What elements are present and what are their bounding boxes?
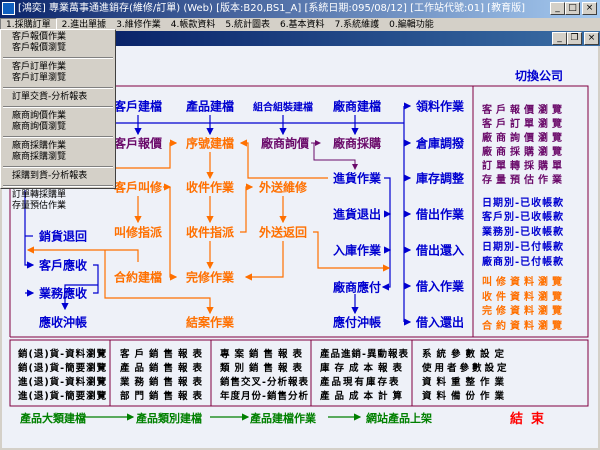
- side-link[interactable]: 存量預估作業: [482, 171, 566, 186]
- flow-payable-writeoff[interactable]: 應付沖帳: [333, 314, 381, 331]
- report-link[interactable]: 類別銷售報表: [220, 360, 307, 374]
- menu-item-vendor-inquiry[interactable]: 廠商詢價作業: [1, 111, 115, 122]
- flow-assembly-master[interactable]: 組合組裝建檔: [253, 99, 313, 114]
- report-link[interactable]: 產品成本計算: [320, 388, 407, 402]
- report-link[interactable]: 銷(退)貨-簡要瀏覽: [18, 360, 107, 374]
- menu-item-customer-order[interactable]: 客戶訂單作業: [1, 62, 115, 73]
- menu-separator: [3, 106, 113, 108]
- side-link[interactable]: 合約資料瀏覽: [482, 317, 566, 332]
- flow-sales-return[interactable]: 銷貨退回: [39, 228, 87, 245]
- report-link[interactable]: 年度月份-銷售分析: [220, 388, 309, 402]
- flow-stock-adjust[interactable]: 庫存調整: [416, 170, 464, 187]
- flow-sales-receivable[interactable]: 業務應收: [39, 285, 87, 302]
- flow-customer-receivable[interactable]: 客戶應收: [39, 257, 87, 274]
- report-link[interactable]: 進(退)貨-簡要瀏覽: [18, 388, 107, 402]
- flow-contract-master[interactable]: 合約建檔: [114, 269, 162, 286]
- side-link[interactable]: 客戶別-已收帳款: [482, 208, 564, 223]
- exit-button[interactable]: 結束: [510, 408, 552, 427]
- flow-repair-assign[interactable]: 叫修指派: [114, 224, 162, 241]
- report-link[interactable]: 客戶銷售報表: [120, 346, 207, 360]
- flow-lend-return[interactable]: 借出還入: [416, 242, 464, 259]
- flow-vendor-payable[interactable]: 廠商應付: [333, 279, 381, 296]
- side-link[interactable]: 日期別-已付帳款: [482, 238, 564, 253]
- flow-customer-master[interactable]: 客戶建檔: [114, 98, 162, 115]
- flow-customer-quote[interactable]: 客戶報價: [114, 135, 162, 152]
- flow-borrow-in[interactable]: 借入作業: [416, 278, 464, 295]
- flow-purchase-return[interactable]: 進貨退出: [333, 206, 381, 223]
- menu-item-vendor-purchase-browse[interactable]: 廠商採購瀏覽: [1, 152, 115, 163]
- product-master-op[interactable]: 產品建檔作業: [250, 410, 316, 426]
- side-link[interactable]: 廠商別-已付帳款: [482, 253, 564, 268]
- menu-separator: [3, 185, 113, 187]
- report-link[interactable]: 資料備份作業: [422, 388, 509, 402]
- flow-product-master[interactable]: 產品建檔: [186, 98, 234, 115]
- side-link[interactable]: 收件資料瀏覽: [482, 288, 566, 303]
- report-link[interactable]: 業務銷售報表: [120, 374, 207, 388]
- report-link[interactable]: 產品銷售報表: [120, 360, 207, 374]
- flow-material-issue[interactable]: 領料作業: [416, 98, 464, 115]
- menu-separator: [3, 57, 113, 59]
- report-link[interactable]: 使用者參數設定: [422, 360, 510, 374]
- side-link[interactable]: 客戶報價瀏覽: [482, 101, 566, 116]
- menu-separator: [3, 87, 113, 89]
- menu-separator: [3, 136, 113, 138]
- flow-receiving[interactable]: 進貨作業: [333, 170, 381, 187]
- report-link[interactable]: 庫存成本報表: [320, 360, 407, 374]
- menu-separator: [3, 166, 113, 168]
- menu-item-customer-quote-browse[interactable]: 客戶報價瀏覽: [1, 43, 115, 54]
- flow-case-close[interactable]: 結案作業: [186, 314, 234, 331]
- flow-vendor-purchase[interactable]: 廠商採購: [333, 135, 381, 152]
- report-link[interactable]: 系統參數設定: [422, 346, 509, 360]
- report-link[interactable]: 進(退)貨-資料瀏覽: [18, 374, 107, 388]
- flow-repair-complete[interactable]: 完修作業: [186, 269, 234, 286]
- menu-item-stock-forecast[interactable]: 存量預估作業: [1, 201, 115, 212]
- side-link[interactable]: 叫修資料瀏覽: [482, 273, 566, 288]
- flow-receivable-writeoff[interactable]: 應收沖帳: [39, 314, 87, 331]
- flow-lend-out[interactable]: 借出作業: [416, 206, 464, 223]
- flow-outsource-repair[interactable]: 外送維修: [259, 179, 307, 196]
- side-link[interactable]: 業務別-已收帳款: [482, 223, 564, 238]
- report-link[interactable]: 部門銷售報表: [120, 388, 207, 402]
- report-link[interactable]: 銷(退)貨-資料瀏覽: [18, 346, 107, 360]
- report-link[interactable]: 資料重整作業: [422, 374, 509, 388]
- menu-item-vendor-inquiry-browse[interactable]: 廠商詢價瀏覽: [1, 122, 115, 133]
- product-category-master[interactable]: 產品大類建檔: [20, 410, 86, 426]
- report-link[interactable]: 專案銷售報表: [220, 346, 307, 360]
- flow-vendor-master[interactable]: 廠商建檔: [333, 98, 381, 115]
- report-link[interactable]: 銷售交叉-分析報表: [220, 374, 309, 388]
- flow-repair-call[interactable]: 客戶叫修: [114, 179, 162, 196]
- purchase-order-dropdown: 客戶報價作業 客戶報價瀏覽 客戶訂單作業 客戶訂單瀏覽 訂單交貨-分析報表 廠商…: [0, 29, 116, 211]
- menu-item-order-to-purchase[interactable]: 訂單轉採購單: [1, 190, 115, 201]
- flow-warehouse-transfer[interactable]: 倉庫調撥: [416, 135, 464, 152]
- switch-company-link[interactable]: 切換公司: [515, 67, 563, 84]
- report-link[interactable]: 產品進銷-異動報表: [320, 346, 409, 360]
- side-link[interactable]: 完修資料瀏覽: [482, 302, 566, 317]
- flow-vendor-inquiry[interactable]: 廠商詢價: [261, 135, 309, 152]
- side-link[interactable]: 訂單轉採購單: [482, 157, 566, 172]
- menu-item-purchase-arrival-report[interactable]: 採購到貨-分析報表: [1, 171, 115, 182]
- flow-receive-assign[interactable]: 收件指派: [186, 224, 234, 241]
- flow-outsource-return[interactable]: 外送返回: [259, 224, 307, 241]
- menu-item-vendor-purchase[interactable]: 廠商採購作業: [1, 141, 115, 152]
- flow-serial-master[interactable]: 序號建檔: [186, 135, 234, 152]
- menu-item-customer-order-browse[interactable]: 客戶訂單瀏覽: [1, 73, 115, 84]
- product-class-master[interactable]: 產品類別建檔: [136, 410, 202, 426]
- side-link[interactable]: 客戶訂單瀏覽: [482, 115, 566, 130]
- report-link[interactable]: 產品現有庫存表: [320, 374, 401, 388]
- side-link[interactable]: 廠商採購瀏覽: [482, 143, 566, 158]
- web-product-listing[interactable]: 網站產品上架: [366, 410, 432, 426]
- flow-warehousing[interactable]: 入庫作業: [333, 242, 381, 259]
- menu-item-order-delivery-report[interactable]: 訂單交貨-分析報表: [1, 92, 115, 103]
- side-link[interactable]: 日期別-已收帳款: [482, 194, 564, 209]
- side-link[interactable]: 廠商詢價瀏覽: [482, 129, 566, 144]
- flow-borrow-return[interactable]: 借入還出: [416, 314, 464, 331]
- flow-receive-job[interactable]: 收件作業: [186, 179, 234, 196]
- menu-item-customer-quote[interactable]: 客戶報價作業: [1, 32, 115, 43]
